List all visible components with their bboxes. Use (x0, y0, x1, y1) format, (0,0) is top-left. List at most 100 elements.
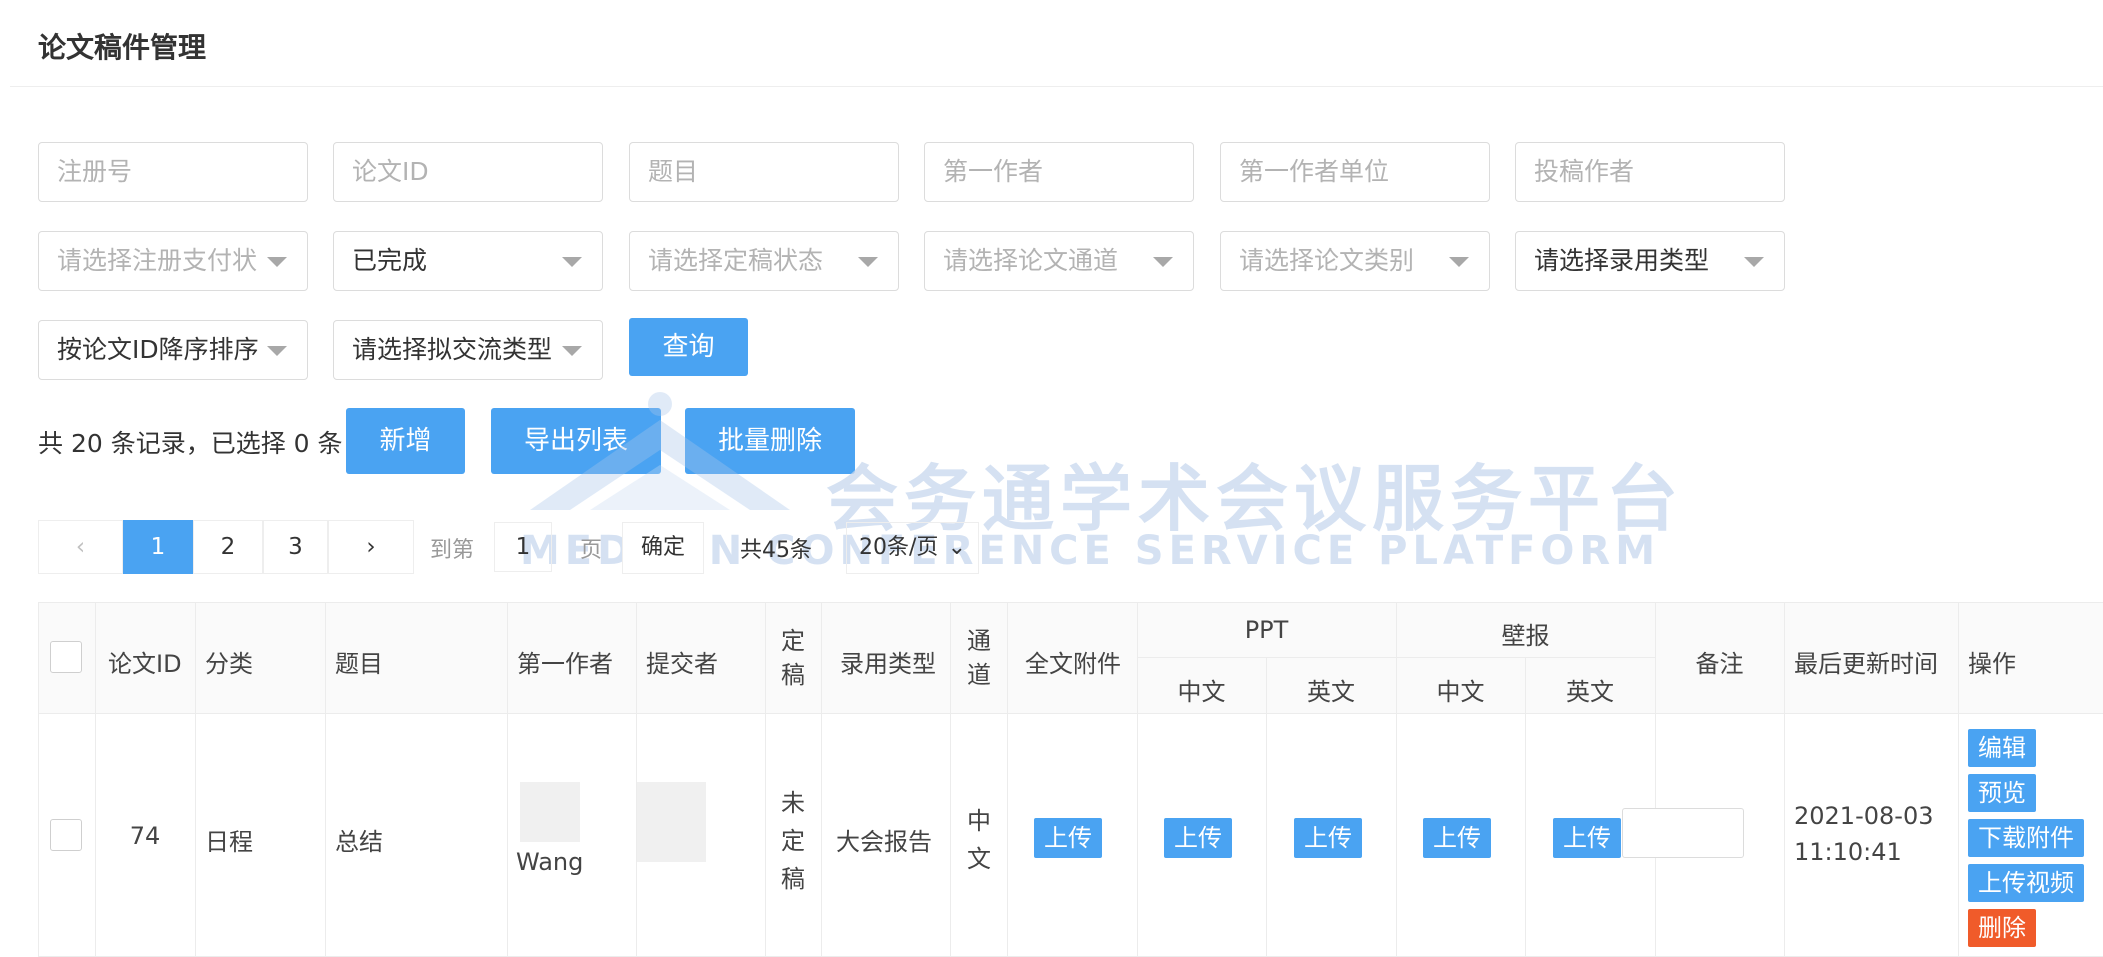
grid-line (95, 602, 96, 957)
upload-poster-en-button[interactable]: 上传 (1553, 818, 1621, 858)
grid-line (38, 602, 2103, 603)
goto-label: 到第 (430, 538, 475, 563)
record-summary: 共 20 条记录，已选择 0 条 (38, 429, 343, 458)
edit-button[interactable]: 编辑 (1968, 729, 2036, 767)
grid-line (325, 602, 326, 957)
header-accept-type: 录用类型 (840, 650, 936, 678)
payment-status-select[interactable]: 请选择注册支付状 (38, 231, 308, 291)
sort-select[interactable]: 按论文ID降序排序 (38, 320, 308, 380)
header-poster: 壁报 (1501, 622, 1550, 650)
page-1-button[interactable]: 1 (123, 520, 193, 574)
header-title: 题目 (335, 650, 383, 678)
upload-ppt-en-button[interactable]: 上传 (1294, 818, 1362, 858)
channel-select-text: 请选择论文通道 (943, 246, 1119, 275)
grid-line (1007, 602, 1008, 957)
submitting-author-input[interactable]: 投稿作者 (1515, 142, 1785, 202)
header-submitter: 提交者 (646, 650, 718, 678)
caret-down-icon (267, 346, 287, 356)
grid-line (38, 713, 2103, 714)
title-input[interactable]: 题目 (629, 142, 899, 202)
grid-line (950, 602, 951, 957)
download-attachment-button[interactable]: 下载附件 (1968, 819, 2084, 857)
status-select[interactable]: 已完成 (333, 231, 603, 291)
goto-confirm-button[interactable]: 确定 (622, 522, 704, 574)
category-select-text: 请选择论文类别 (1239, 246, 1415, 275)
total-count: 共45条 (740, 538, 812, 563)
caret-down-icon (267, 257, 287, 267)
add-button[interactable]: 新增 (346, 408, 465, 474)
row-checkbox[interactable] (50, 819, 82, 851)
row-paper-id: 74 (129, 822, 161, 850)
header-channel: 通道 (967, 627, 991, 689)
status-select-text: 已完成 (352, 246, 428, 275)
chevron-down-icon: ⌄ (947, 535, 966, 560)
row-first-author: Wang (516, 848, 584, 876)
grid-line (765, 602, 766, 957)
page-size-text: 20条/页 (859, 535, 939, 560)
grid-line (1396, 602, 1397, 957)
header-paper-id: 论文ID (108, 650, 182, 678)
redacted-submitter (636, 782, 706, 862)
grid-line (507, 602, 508, 957)
remark-input[interactable] (1622, 808, 1744, 858)
delete-button[interactable]: 删除 (1968, 909, 2036, 947)
row-updated-time: 11:10:41 (1794, 838, 1902, 866)
row-accept-type: 大会报告 (836, 828, 932, 856)
registration-number-input[interactable]: 注册号 (38, 142, 308, 202)
page-2-button[interactable]: 2 (193, 520, 263, 574)
page-unit-label: 页 (580, 538, 603, 563)
header-ppt-en: 英文 (1307, 678, 1355, 706)
caret-down-icon (1153, 257, 1173, 267)
caret-down-icon (562, 346, 582, 356)
header-remark: 备注 (1695, 650, 1744, 678)
grid-line (1137, 602, 1138, 957)
paper-id-input[interactable]: 论文ID (333, 142, 603, 202)
exchange-type-select[interactable]: 请选择拟交流类型 (333, 320, 603, 380)
query-button[interactable]: 查询 (629, 318, 748, 376)
upload-full-attachment-button[interactable]: 上传 (1034, 818, 1102, 858)
grid-line (821, 602, 822, 957)
upload-poster-cn-button[interactable]: 上传 (1423, 818, 1491, 858)
title-divider (10, 86, 2103, 87)
header-actions: 操作 (1968, 650, 2016, 678)
header-poster-en: 英文 (1566, 678, 1614, 706)
exchange-type-select-text: 请选择拟交流类型 (352, 335, 553, 364)
row-title: 总结 (335, 828, 383, 856)
header-updated: 最后更新时间 (1794, 650, 1938, 678)
first-author-input[interactable]: 第一作者 (924, 142, 1194, 202)
page-title: 论文稿件管理 (38, 31, 207, 64)
grid-line (1784, 602, 1785, 957)
accept-type-select[interactable]: 请选择录用类型 (1515, 231, 1785, 291)
select-all-checkbox[interactable] (50, 641, 82, 673)
sort-select-text: 按论文ID降序排序 (57, 335, 259, 364)
header-ppt: PPT (1244, 616, 1289, 644)
grid-line (1958, 602, 1959, 957)
header-poster-cn: 中文 (1436, 678, 1485, 706)
grid-line (636, 602, 637, 957)
upload-video-button[interactable]: 上传视频 (1968, 864, 2084, 902)
category-select[interactable]: 请选择论文类别 (1220, 231, 1490, 291)
header-final: 定稿 (781, 627, 805, 689)
final-status-select[interactable]: 请选择定稿状态 (629, 231, 899, 291)
accept-type-select-text: 请选择录用类型 (1534, 246, 1710, 275)
header-first-author: 第一作者 (517, 650, 613, 678)
redacted-author-name (520, 782, 580, 842)
page-3-button[interactable]: 3 (263, 520, 328, 574)
header-ppt-cn: 中文 (1177, 678, 1226, 706)
page-size-select[interactable]: 20条/页 ⌄ (846, 522, 979, 574)
caret-down-icon (1744, 257, 1764, 267)
next-page-button[interactable]: › (328, 520, 414, 574)
header-full-attachment: 全文附件 (1025, 650, 1121, 678)
upload-ppt-cn-button[interactable]: 上传 (1164, 818, 1232, 858)
payment-status-select-text: 请选择注册支付状 (57, 246, 258, 275)
channel-select[interactable]: 请选择论文通道 (924, 231, 1194, 291)
row-category: 日程 (205, 828, 253, 856)
papers-table: 论文ID 分类 题目 第一作者 提交者 定稿 录用类型 通道 全文附件 PPT … (38, 602, 2103, 957)
caret-down-icon (562, 257, 582, 267)
grid-line (38, 602, 39, 957)
preview-button[interactable]: 预览 (1968, 774, 2036, 812)
header-category: 分类 (205, 650, 253, 678)
first-author-affiliation-input[interactable]: 第一作者单位 (1220, 142, 1490, 202)
goto-page-input[interactable]: 1 (494, 522, 552, 572)
prev-page-button[interactable]: ‹ (38, 520, 123, 574)
